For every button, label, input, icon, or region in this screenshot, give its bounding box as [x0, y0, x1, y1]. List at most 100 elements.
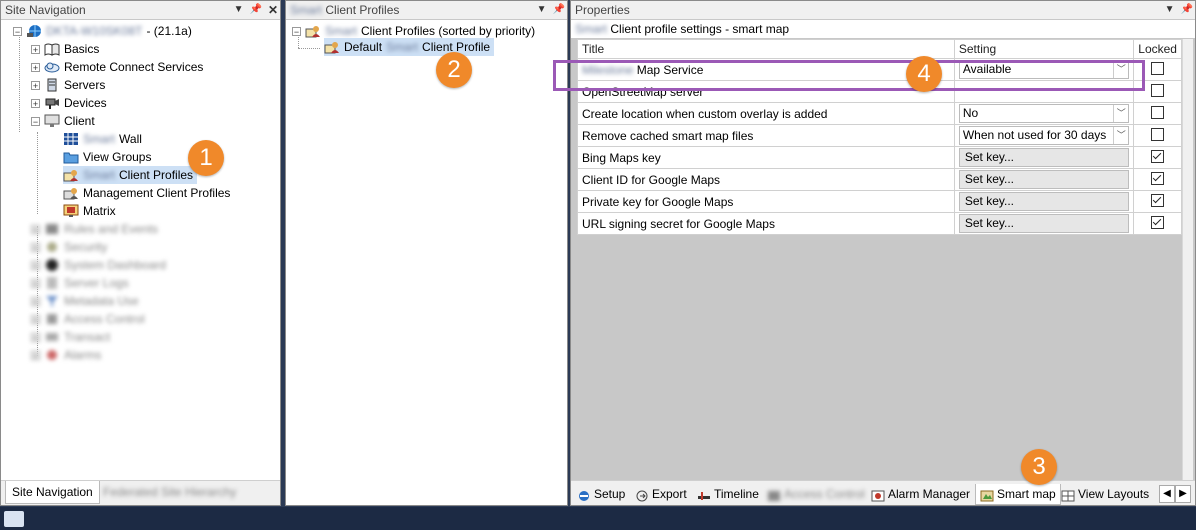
chevron-right-icon[interactable]: ▶: [1175, 485, 1191, 503]
user-profile-icon: [305, 24, 321, 38]
locked-checkbox[interactable]: [1151, 215, 1165, 229]
row-title: Private key for Google Maps: [577, 190, 955, 213]
callout-badge-3: 3: [1021, 449, 1057, 485]
logs-icon: [44, 276, 60, 290]
table-header-row: Title Setting Locked: [577, 39, 1182, 59]
tree-item-smart-client-profiles[interactable]: Smart Client Profiles: [63, 166, 198, 184]
client-profiles-header: Smart Client Profiles ▼ 📌: [286, 1, 567, 20]
tab-view-layouts[interactable]: View Layouts: [1061, 484, 1149, 504]
tree-item-label: Remote Connect Services: [64, 60, 204, 74]
tree-root[interactable]: − DKTA-W10SK08T - (21.1a): [13, 22, 192, 40]
rules-icon: [44, 222, 60, 236]
tree-item-remote-connect-services[interactable]: + Remote Connect Services: [31, 58, 203, 76]
tree-item-view-groups[interactable]: View Groups: [63, 148, 151, 166]
app-taskbar-icon[interactable]: [4, 511, 24, 527]
folder-icon: [63, 150, 79, 164]
vertical-scrollbar[interactable]: [1182, 39, 1193, 482]
locked-checkbox[interactable]: [1151, 83, 1165, 97]
tree-item-metadata-use[interactable]: + Metadata Use: [31, 292, 139, 310]
collapse-icon[interactable]: −: [292, 26, 301, 36]
dropdown-icon[interactable]: ▼: [234, 1, 244, 19]
set-key-button[interactable]: Set key...: [958, 192, 1130, 211]
dropdown-icon[interactable]: ▼: [537, 1, 547, 19]
callout-badge-4: 4: [906, 56, 942, 92]
tab-smart-map[interactable]: Smart map: [975, 484, 1061, 505]
tab-setup[interactable]: Setup: [577, 484, 625, 504]
tree-item-basics[interactable]: + Basics: [31, 40, 99, 58]
expand-icon[interactable]: +: [31, 62, 40, 72]
subtitle-prefix: Smart: [575, 22, 608, 36]
tree-item-server-logs[interactable]: + Server Logs: [31, 274, 129, 292]
tree-item-smart-wall[interactable]: Smart Wall: [63, 130, 142, 148]
set-key-button[interactable]: Set key...: [958, 214, 1130, 233]
client-profiles-title: Client Profiles: [325, 3, 400, 17]
locked-checkbox[interactable]: [1151, 193, 1165, 207]
table-row: Remove cached smart map files When not u…: [577, 124, 1182, 147]
column-header-setting: Setting: [953, 39, 1135, 59]
tab-timeline[interactable]: Timeline: [697, 484, 759, 504]
tree-item-matrix[interactable]: Matrix: [63, 202, 116, 220]
callout-badge-2: 2: [436, 52, 472, 88]
chevron-down-icon: ﹀: [1113, 127, 1128, 144]
table-row: URL signing secret for Google Maps Set k…: [577, 212, 1182, 235]
profile-default-label: Default: [344, 40, 383, 54]
column-header-locked: Locked: [1133, 39, 1182, 59]
collapse-icon[interactable]: −: [13, 26, 22, 36]
remove-cached-files-dropdown[interactable]: When not used for 30 days ﹀: [958, 126, 1130, 145]
expand-icon[interactable]: +: [31, 80, 40, 90]
set-key-button[interactable]: Set key...: [958, 170, 1130, 189]
tab-federated-site-hierarchy[interactable]: Federated Site Hierarchy: [97, 481, 242, 503]
tab-alarm-manager[interactable]: Alarm Manager: [871, 484, 970, 504]
properties-tabstrip: Setup Export Timeline Access Control Ala…: [571, 480, 1195, 505]
tree-item-servers[interactable]: + Servers: [31, 76, 105, 94]
tree-item-access-control[interactable]: + Access Control: [31, 310, 145, 328]
create-location-dropdown[interactable]: No ﹀: [958, 104, 1130, 123]
tab-site-navigation[interactable]: Site Navigation: [5, 481, 100, 504]
locked-checkbox[interactable]: [1151, 105, 1165, 119]
alarm-manager-icon: [871, 488, 885, 502]
tree-item-security[interactable]: + Security: [31, 238, 107, 256]
row-title: Create location when custom overlay is a…: [577, 102, 955, 125]
server-globe-icon: [26, 24, 42, 38]
tab-export[interactable]: Export: [635, 484, 687, 504]
pin-icon[interactable]: 📌: [1181, 1, 1193, 19]
tree-item-devices[interactable]: + Devices: [31, 94, 107, 112]
monitor-icon: [44, 114, 60, 128]
locked-checkbox[interactable]: [1151, 127, 1165, 141]
timeline-icon: [697, 488, 711, 500]
tree-item-transact[interactable]: + Transact: [31, 328, 110, 346]
close-icon[interactable]: ✕: [268, 1, 278, 19]
collapse-icon[interactable]: −: [31, 116, 40, 126]
profile-default-smart-client-profile[interactable]: Default Smart Client Profile: [324, 38, 495, 56]
tab-access-control[interactable]: Access Control: [767, 484, 865, 504]
properties-header: Properties ▼ 📌: [571, 1, 1195, 20]
locked-checkbox[interactable]: [1151, 61, 1165, 75]
user-profile-icon: [63, 168, 79, 182]
security-icon: [44, 240, 60, 254]
expand-icon[interactable]: +: [31, 44, 40, 54]
tree-item-management-client-profiles[interactable]: Management Client Profiles: [63, 184, 230, 202]
tree-item-alarms[interactable]: + Alarms: [31, 346, 101, 364]
matrix-icon: [63, 204, 79, 218]
pin-icon[interactable]: 📌: [249, 1, 261, 19]
expand-icon[interactable]: +: [31, 98, 40, 108]
alarm-icon: [44, 348, 60, 362]
metadata-icon: [44, 294, 60, 308]
dropdown-icon[interactable]: ▼: [1165, 1, 1175, 19]
tree-item-label: Management Client Profiles: [83, 186, 231, 200]
tree-item-system-dashboard[interactable]: + System Dashboard: [31, 256, 166, 274]
book-icon: [44, 42, 60, 56]
locked-checkbox[interactable]: [1151, 149, 1165, 163]
set-key-button[interactable]: Set key...: [958, 148, 1130, 167]
tree-item-client[interactable]: − Client: [31, 112, 95, 130]
table-row: Bing Maps key Set key...: [577, 146, 1182, 169]
video-wall-icon: [63, 132, 79, 146]
tree-item-rules-and-events[interactable]: + Rules and Events: [31, 220, 158, 238]
locked-checkbox[interactable]: [1151, 171, 1165, 185]
callout-badge-1: 1: [188, 140, 224, 176]
pin-icon[interactable]: 📌: [553, 1, 565, 19]
user-profile-icon: [324, 40, 340, 54]
chevron-left-icon[interactable]: ◀: [1159, 485, 1175, 503]
root-version: - (21.1a): [146, 24, 192, 38]
chevron-down-icon: ﹀: [1113, 105, 1128, 122]
